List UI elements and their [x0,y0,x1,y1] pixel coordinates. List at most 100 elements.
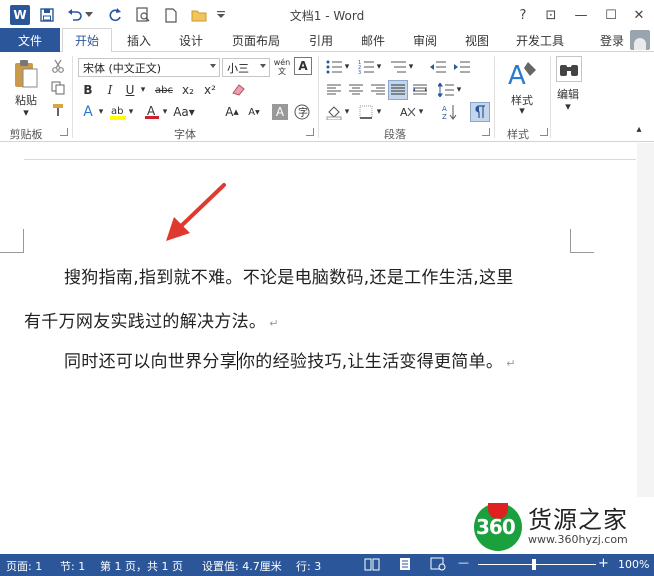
decrease-indent-icon[interactable] [428,57,448,77]
multilevel-list-icon[interactable] [388,57,408,77]
copy-icon[interactable] [48,78,68,98]
chinese-layout-icon[interactable]: A [398,102,418,122]
paragraph-group-label: 段落 [384,128,406,141]
grow-font-icon[interactable]: A ▲ [222,102,242,122]
text-highlight-icon[interactable]: ab [108,102,128,122]
text-effects-dropdown-icon[interactable]: ▾ [96,102,106,122]
paste-dropdown-icon[interactable]: ▾ [20,106,32,119]
help-button[interactable]: ? [512,5,534,25]
enclose-characters-icon[interactable]: 字 [292,102,312,122]
collapse-ribbon-icon[interactable]: ▴ [632,122,646,136]
italic-button[interactable]: I [100,80,120,100]
superscript-button[interactable]: x² [200,80,220,100]
cut-icon[interactable] [48,56,68,76]
title-bar: W 文档1 - Word ? ⊡ — ☐ ✕ [0,0,654,30]
status-line[interactable]: 行: 3 [296,558,321,574]
shrink-font-icon[interactable]: A ▼ [244,102,264,122]
maximize-button[interactable]: ☐ [600,5,622,25]
status-page[interactable]: 页面: 1 [6,558,42,574]
status-section[interactable]: 节: 1 [60,558,85,574]
avatar[interactable] [630,30,650,50]
paragraph-launcher-icon[interactable] [482,128,490,136]
font-size-combo[interactable]: 小三 [222,58,270,77]
paragraph-2[interactable]: 同时还可以向世界分享你的经验技巧,让生活变得更简单。 ↵ [64,347,516,372]
tab-home[interactable]: 开始 [62,28,112,53]
text-effects-icon[interactable]: A [78,102,98,122]
numbering-icon[interactable]: 123 [356,57,376,77]
character-shading-icon[interactable]: A [272,104,288,120]
zoom-in-button[interactable]: + [598,556,609,571]
status-position[interactable]: 设置值: 4.7厘米 [202,558,282,574]
paragraph-1-line-2[interactable]: 有千万网友实践过的解决方法。 ↵ [24,307,279,332]
sort-icon[interactable]: AZ [440,102,460,122]
tab-review[interactable]: 审阅 [402,28,448,52]
clear-formatting-icon[interactable] [228,80,248,100]
font-name-combo[interactable]: 宋体 (中文正文) [78,58,220,77]
strikethrough-button[interactable]: abc [152,80,176,100]
styles-launcher-icon[interactable] [540,128,548,136]
tab-insert[interactable]: 插入 [116,28,162,52]
change-case-icon[interactable]: Aa▾ [172,102,196,122]
line-spacing-icon[interactable] [436,80,456,100]
multilevel-dropdown-icon[interactable]: ▾ [406,57,416,77]
close-button[interactable]: ✕ [628,5,650,25]
tab-file[interactable]: 文件 [0,28,60,52]
highlight-dropdown-icon[interactable]: ▾ [126,102,136,122]
status-page-count[interactable]: 第 1 页，共 1 页 [100,558,183,574]
zoom-level[interactable]: 100% [618,558,649,571]
zoom-slider-thumb[interactable] [532,559,536,570]
underline-dropdown-icon[interactable]: ▾ [138,80,148,100]
ribbon-display-options-button[interactable]: ⊡ [540,5,562,25]
tab-design[interactable]: 设计 [168,28,214,52]
chinese-layout-dropdown-icon[interactable]: ▾ [416,102,426,122]
font-color-dropdown-icon[interactable]: ▾ [160,102,170,122]
paragraph-1-line-1[interactable]: 搜狗指南,指到就不难。不论是电脑数码,还是工作生活,这里 [64,263,514,288]
tab-view[interactable]: 视图 [454,28,500,52]
editing-dropdown-icon[interactable]: ▾ [562,100,574,113]
format-painter-icon[interactable] [48,100,68,120]
sign-in-link[interactable]: 登录 [600,32,624,49]
show-paragraph-marks-icon[interactable] [470,102,490,122]
print-layout-icon[interactable] [398,557,412,574]
web-layout-icon[interactable] [430,557,446,574]
font-launcher-icon[interactable] [306,128,314,136]
tab-mailings[interactable]: 邮件 [350,28,396,52]
borders-dropdown-icon[interactable]: ▾ [374,102,384,122]
clipboard-launcher-icon[interactable] [60,128,68,136]
bullets-icon[interactable] [324,57,344,77]
paste-button[interactable] [12,58,40,90]
vertical-scrollbar[interactable] [637,143,654,554]
numbering-dropdown-icon[interactable]: ▾ [374,57,384,77]
borders-icon[interactable] [356,102,376,122]
align-left-icon[interactable] [324,80,344,100]
phonetic-guide-button[interactable]: wén文 [272,57,292,77]
line-spacing-dropdown-icon[interactable]: ▾ [454,80,464,100]
tab-page-layout[interactable]: 页面布局 [224,28,288,52]
find-binoculars-icon[interactable] [556,56,582,82]
justify-icon[interactable] [388,80,408,100]
align-right-icon[interactable] [368,80,388,100]
bold-button[interactable]: B [78,80,98,100]
bullets-dropdown-icon[interactable]: ▾ [342,57,352,77]
character-border-button[interactable]: A [294,57,312,75]
font-color-icon[interactable]: A [142,102,162,122]
underline-button[interactable]: U [120,80,140,100]
margin-corner-top-right [570,229,594,253]
font-group-label: 字体 [174,128,196,141]
align-center-icon[interactable] [346,80,366,100]
styles-icon[interactable]: A [504,56,540,92]
distributed-icon[interactable] [410,80,430,100]
shading-dropdown-icon[interactable]: ▾ [342,102,352,122]
zoom-out-button[interactable]: — [458,556,469,569]
tab-developer[interactable]: 开发工具 [508,28,572,52]
read-mode-icon[interactable] [364,557,380,574]
increase-indent-icon[interactable] [452,57,472,77]
styles-dropdown-icon[interactable]: ▾ [516,104,528,117]
document-canvas[interactable]: 搜狗指南,指到就不难。不论是电脑数码,还是工作生活,这里 有千万网友实践过的解决… [0,143,654,554]
minimize-button[interactable]: — [570,5,592,25]
shading-icon[interactable] [324,102,344,122]
subscript-button[interactable]: x₂ [178,80,198,100]
ribbon-tab-bar: 文件 开始 插入 设计 页面布局 引用 邮件 审阅 视图 开发工具 登录 [0,28,654,53]
zoom-slider[interactable] [478,564,596,565]
tab-references[interactable]: 引用 [298,28,344,52]
